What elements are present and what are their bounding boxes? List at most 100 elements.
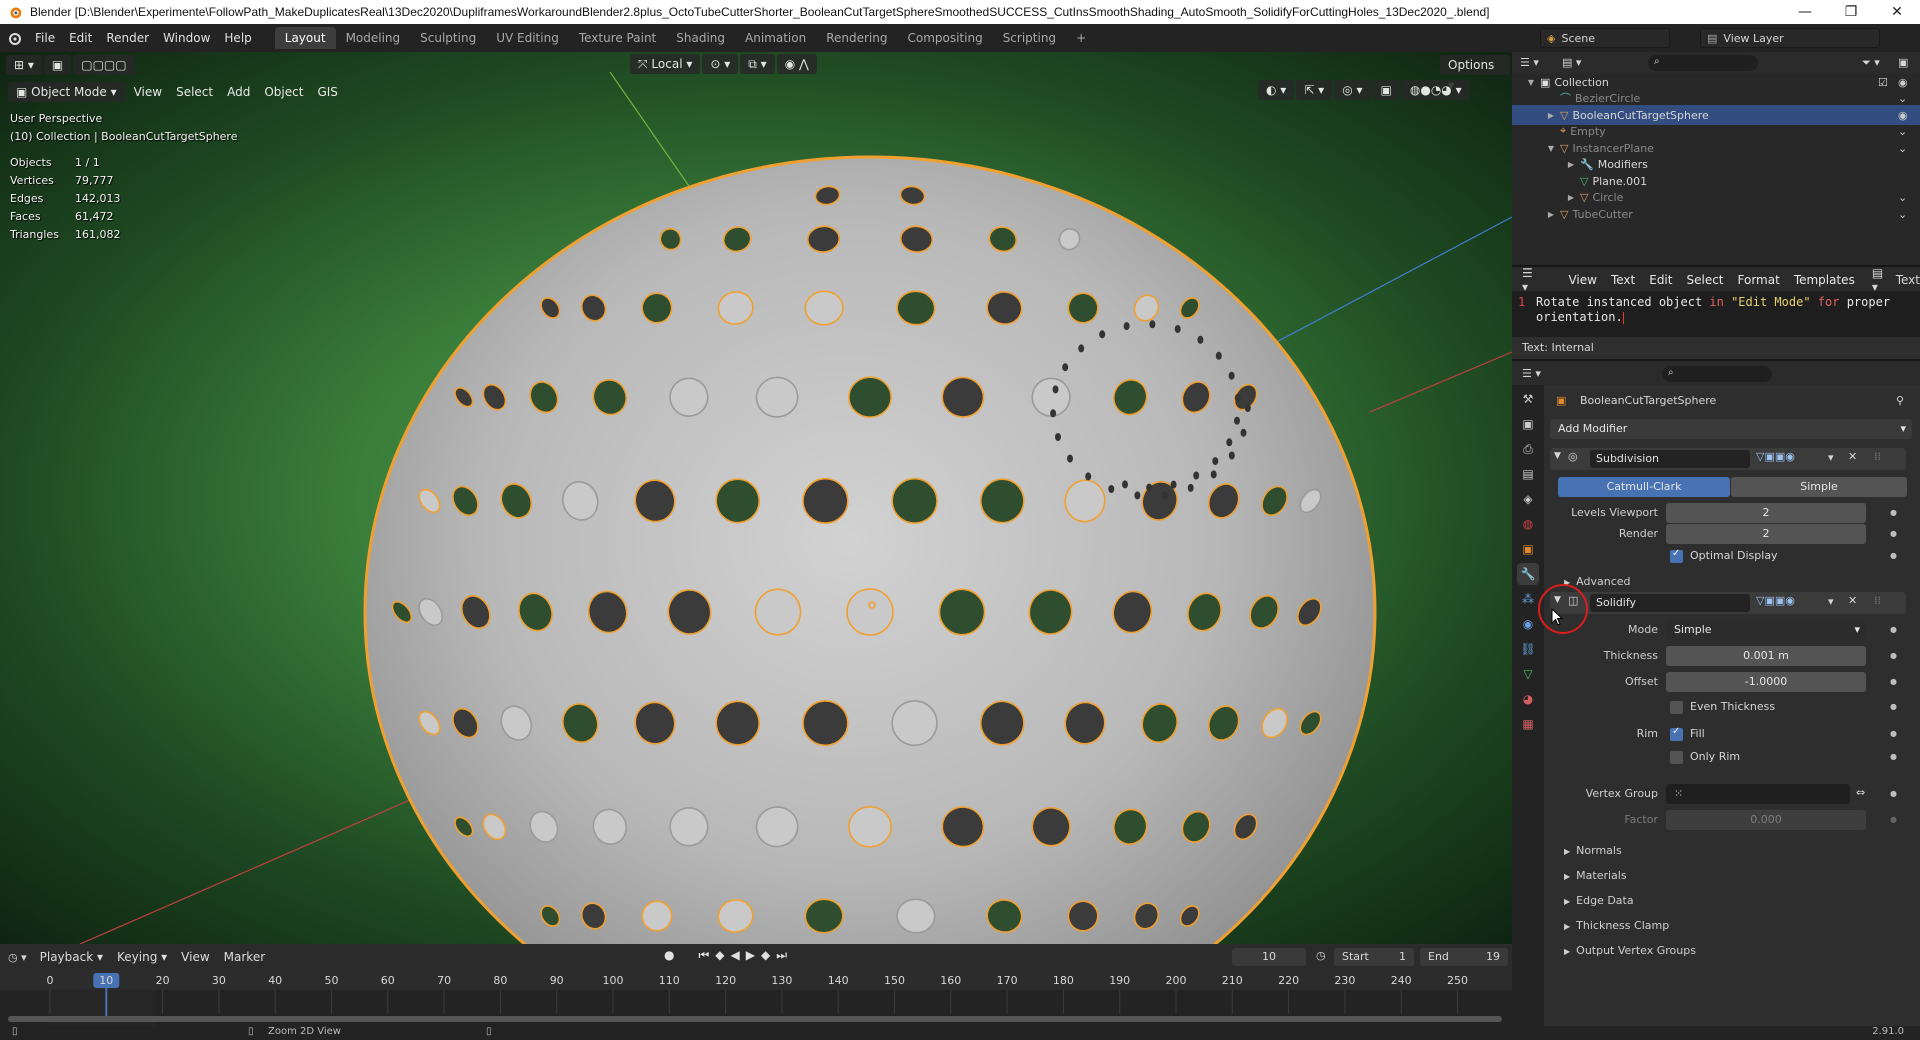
pin-icon[interactable]: ⚲ (1896, 394, 1904, 407)
expand-chevron-icon[interactable]: ▼ (1554, 451, 1561, 461)
timeline-ruler[interactable]: 0 10 20 30 40 50 60 70 80 90 100 110 120 130 140 150 160… (0, 970, 1512, 1026)
viewport-menu-select[interactable]: Select (169, 85, 220, 99)
thickness-clamp-subpanel[interactable]: ▶ Thickness Clamp (1564, 919, 1669, 932)
keyframe-dot-icon[interactable]: ● (1890, 529, 1897, 538)
snap-button[interactable]: ⧉ ▾ (740, 54, 775, 74)
orientation-dropdown[interactable]: ⤧ Local ▾ (630, 54, 701, 74)
constraints-tab-icon[interactable]: ⛓ (1517, 638, 1539, 660)
object-tab-icon[interactable]: ▣ (1517, 538, 1539, 560)
keyframe-dot-icon[interactable]: ● (1890, 651, 1897, 660)
current-frame-field[interactable]: 10 (1232, 948, 1306, 966)
play-reverse-icon[interactable]: ◀ (731, 948, 740, 963)
text-menu-edit[interactable]: Edit (1642, 273, 1679, 287)
jump-start-icon[interactable]: ⏮ (698, 948, 709, 963)
keyframe-dot-icon[interactable]: ● (1890, 508, 1897, 517)
visibility-icon[interactable]: ◐ ▾ (1258, 80, 1295, 100)
maximize-button[interactable]: ❐ (1828, 0, 1874, 24)
viewport-menu-view[interactable]: View (127, 85, 169, 99)
disclosure-arrow-icon[interactable]: ▶ (1512, 210, 1554, 219)
world-tab-icon[interactable]: ◍ (1517, 513, 1539, 535)
offset-field[interactable]: -1.0000 (1666, 672, 1866, 692)
properties-editor-icon[interactable]: ☰ ▾ (1522, 367, 1541, 380)
xray-icon[interactable]: ▣ (1372, 80, 1400, 100)
keyframe-dot-icon[interactable]: ● (1890, 702, 1897, 711)
solidify-modifier-header[interactable]: ▼ ◫ Solidify ▽▣▣◉ ▾ ✕ ⁞⁞ (1550, 592, 1906, 614)
tool-tab-icon[interactable]: ⚒ (1517, 388, 1539, 410)
factor-field[interactable]: 0.000 (1666, 810, 1866, 830)
material-tab-icon[interactable]: ◕ (1517, 688, 1539, 710)
levels-viewport-field[interactable]: 2 (1666, 503, 1866, 523)
invert-arrows-icon[interactable]: ⇔ (1856, 786, 1865, 799)
object-mode-dropdown[interactable]: ▣ Object Mode ▾ (8, 82, 125, 102)
visibility-eye-icon[interactable]: ⌄ (1898, 208, 1907, 221)
visibility-eye-icon[interactable]: ⌄ (1898, 92, 1907, 105)
modifier-visibility-icons[interactable]: ▽▣▣◉ (1756, 594, 1795, 607)
keyframe-dot-icon[interactable]: ● (1890, 729, 1897, 738)
visibility-eye-icon[interactable]: ⌄ (1898, 125, 1907, 138)
exclude-checkbox[interactable]: ☑ (1878, 76, 1888, 89)
text-menu-select[interactable]: Select (1679, 273, 1730, 287)
viewport-menu-add[interactable]: Add (220, 85, 257, 99)
only-rim-checkbox[interactable] (1670, 751, 1683, 764)
menu-file[interactable]: File (28, 27, 62, 49)
text-menu-view[interactable]: View (1561, 273, 1603, 287)
subdivision-name-field[interactable]: Subdivision (1590, 450, 1750, 468)
menu-window[interactable]: Window (156, 27, 217, 49)
keyframe-dot-icon[interactable]: ● (1890, 677, 1897, 686)
start-frame-field[interactable]: Start 1 (1334, 948, 1414, 966)
thickness-field[interactable]: 0.001 m (1666, 646, 1866, 666)
options-button[interactable]: Options ▾ (1440, 55, 1510, 92)
edge-data-subpanel[interactable]: ▶ Edge Data (1564, 894, 1634, 907)
timeline-menu-keying[interactable]: Keying ▾ (110, 950, 174, 964)
tab-rendering[interactable]: Rendering (816, 27, 897, 49)
text-menu-templates[interactable]: Templates (1787, 273, 1862, 287)
menu-edit[interactable]: Edit (62, 27, 99, 49)
disclosure-arrow-icon[interactable]: ▼ (1512, 78, 1534, 87)
editor-type-button[interactable]: ⊞ ▾ (6, 55, 42, 75)
particles-tab-icon[interactable]: ⁂ (1517, 588, 1539, 610)
timeline-menu-marker[interactable]: Marker (217, 950, 272, 964)
overlay-icon[interactable]: ◎ ▾ (1334, 80, 1371, 100)
view-layer-tab-icon[interactable]: ▤ (1517, 463, 1539, 485)
close-window-button[interactable]: ✕ (1874, 0, 1920, 24)
properties-search-input[interactable]: ⌕ (1662, 366, 1772, 382)
preview-range-icon[interactable]: ◷ (1316, 949, 1326, 962)
add-modifier-button[interactable]: Add Modifier ▾ (1550, 419, 1912, 439)
menu-render[interactable]: Render (99, 27, 156, 49)
timeline-menu-view[interactable]: View (174, 950, 216, 964)
3d-viewport[interactable]: ⊞ ▾ ▣ ▢▢▢▢ ▣ Object Mode ▾ View Select A… (0, 52, 1512, 944)
drag-handle-icon[interactable]: ⁞⁞ (1874, 450, 1881, 463)
disclosure-arrow-icon[interactable]: ▶ (1512, 193, 1574, 202)
subdivision-modifier-header[interactable]: ▼ ◎ Subdivision ▽▣▣◉ ▾ ✕ ⁞⁞ (1550, 448, 1906, 470)
disclosure-arrow-icon[interactable]: ▶ (1512, 160, 1574, 169)
next-keyframe-icon[interactable]: ◆ (761, 948, 770, 963)
text-datablock-icon[interactable]: ▤ ▾ (1872, 266, 1888, 294)
dropdown-icon[interactable]: ▾ (1828, 451, 1834, 464)
render-tab-icon[interactable]: ▣ (1517, 413, 1539, 435)
visibility-eye-icon[interactable]: ◉ (1898, 109, 1908, 122)
menu-help[interactable]: Help (217, 27, 258, 49)
tab-texture-paint[interactable]: Texture Paint (569, 27, 666, 49)
fill-checkbox[interactable] (1670, 726, 1683, 741)
outliner-search-input[interactable]: ⌕ (1648, 55, 1758, 71)
tab-sculpting[interactable]: Sculpting (410, 27, 486, 49)
disclosure-arrow-icon[interactable]: ▼ (1512, 144, 1554, 153)
tab-animation[interactable]: Animation (735, 27, 816, 49)
visibility-eye-icon[interactable]: ◉ (1898, 76, 1908, 89)
keyframe-dot-icon[interactable]: ● (1890, 551, 1897, 560)
prev-keyframe-icon[interactable]: ◆ (715, 948, 724, 963)
sphere-render[interactable] (0, 52, 1512, 944)
add-workspace-button[interactable]: + (1066, 27, 1096, 49)
tab-uv-editing[interactable]: UV Editing (486, 27, 569, 49)
modifier-visibility-icons[interactable]: ▽▣▣◉ (1756, 450, 1795, 463)
end-frame-field[interactable]: End 19 (1420, 948, 1508, 966)
physics-tab-icon[interactable]: ◉ (1517, 613, 1539, 635)
optimal-display-checkbox[interactable] (1670, 548, 1683, 563)
jump-end-icon[interactable]: ⏭ (776, 948, 787, 963)
tab-scripting[interactable]: Scripting (993, 27, 1066, 49)
outliner-editor-icon[interactable]: ☰ ▾ (1520, 56, 1539, 69)
remove-modifier-icon[interactable]: ✕ (1848, 450, 1857, 463)
select-tool-button[interactable]: ▣ (43, 55, 72, 75)
modifier-tab-icon[interactable]: 🔧 (1517, 563, 1539, 585)
solidify-name-field[interactable]: Solidify (1590, 594, 1750, 612)
